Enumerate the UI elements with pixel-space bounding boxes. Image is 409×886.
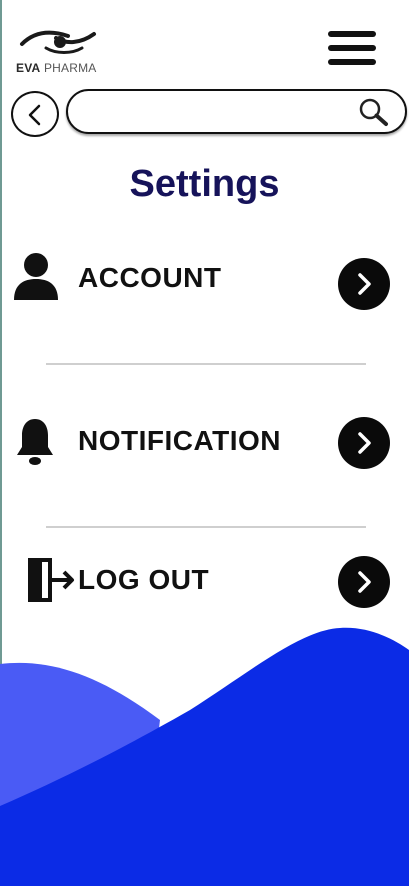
back-button[interactable] xyxy=(11,91,59,137)
settings-item-label: LOG OUT xyxy=(78,564,210,595)
logout-arrow-button[interactable] xyxy=(338,556,390,608)
menu-bar-top xyxy=(328,31,376,37)
chevron-left-icon xyxy=(28,104,41,126)
brand-name-light: PHARMA xyxy=(43,61,97,75)
bell-icon xyxy=(17,419,53,465)
menu-bar-bottom xyxy=(328,59,376,65)
settings-item-label: NOTIFICATION xyxy=(78,425,282,456)
divider xyxy=(46,526,366,528)
settings-item-account[interactable]: ACCOUNT xyxy=(0,244,409,324)
brand-name-strong: EVA xyxy=(16,61,41,75)
search-icon[interactable] xyxy=(354,95,392,129)
brand-name: EVA PHARMA xyxy=(16,61,96,75)
user-icon xyxy=(14,253,58,300)
search-bar xyxy=(66,89,407,134)
chevron-right-icon xyxy=(358,571,371,593)
settings-item-label: ACCOUNT xyxy=(78,262,222,293)
logout-icon xyxy=(28,558,74,602)
account-arrow-button[interactable] xyxy=(338,258,390,310)
search-input[interactable] xyxy=(84,97,348,127)
divider xyxy=(46,363,366,365)
notification-arrow-button[interactable] xyxy=(338,417,390,469)
menu-bar-middle xyxy=(328,45,376,51)
settings-item-logout[interactable]: LOG OUT xyxy=(0,546,409,626)
chevron-right-icon xyxy=(358,432,371,454)
chevron-right-icon xyxy=(358,273,371,295)
page-title: Settings xyxy=(129,163,280,205)
decorative-waves xyxy=(0,627,409,886)
hamburger-menu-icon[interactable] xyxy=(326,25,378,71)
settings-item-notification[interactable]: NOTIFICATION xyxy=(0,405,409,485)
